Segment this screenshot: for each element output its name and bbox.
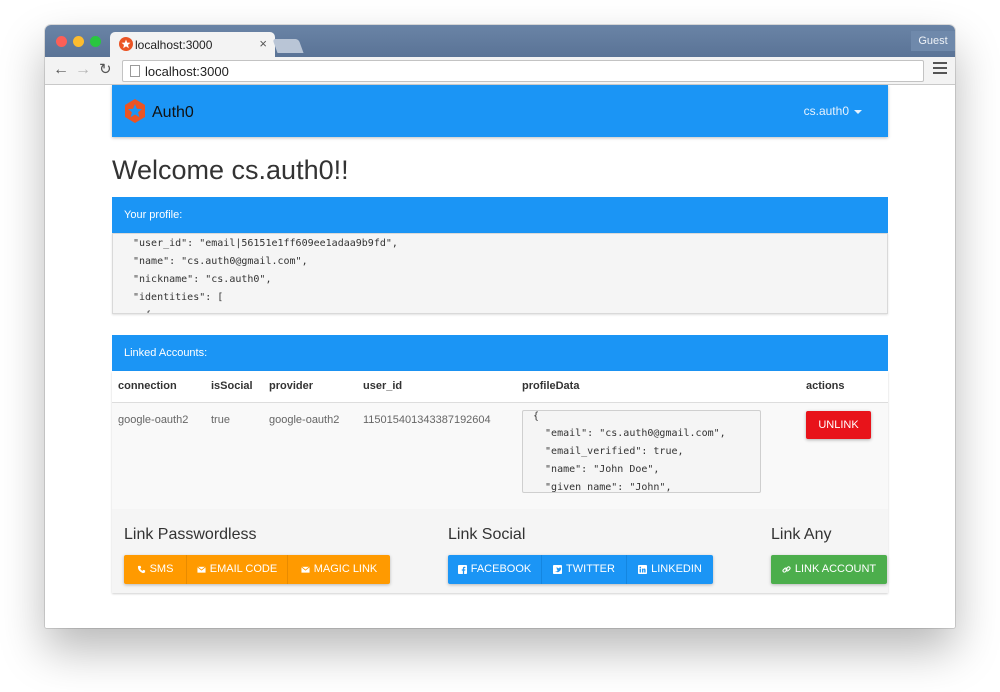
- profile-button[interactable]: Guest: [911, 31, 955, 51]
- reload-icon[interactable]: ↻: [99, 60, 112, 80]
- profile-json-box[interactable]: "user_id": "email|56151e1ff609ee1adaa9b9…: [112, 233, 888, 314]
- close-tab-icon[interactable]: ×: [259, 36, 267, 51]
- column-header: user_id: [363, 380, 403, 392]
- twitter-icon: [553, 565, 563, 574]
- social-button-group: FACEBOOK TWITTER LINKEDIN: [448, 555, 713, 584]
- user-dropdown-label: cs.auth0: [803, 104, 849, 118]
- link-account-button[interactable]: LINK ACCOUNT: [771, 555, 887, 584]
- cell-connection: google-oauth2: [118, 414, 189, 426]
- profile-data-line: "name": "John Doe",: [533, 464, 660, 475]
- profile-line: {: [133, 310, 151, 313]
- profile-panel-heading: Your profile:: [112, 197, 888, 233]
- link-account-label: LINK ACCOUNT: [794, 563, 877, 575]
- welcome-heading: Welcome cs.auth0!!: [112, 155, 349, 185]
- auth0-favicon-icon: [119, 37, 133, 51]
- page-icon: [130, 65, 140, 77]
- brand-name[interactable]: Auth0: [152, 104, 194, 122]
- column-header: actions: [806, 380, 845, 392]
- linkedin-icon: [638, 565, 648, 574]
- email-code-button[interactable]: EMAIL CODE: [186, 555, 287, 584]
- browser-window: localhost:3000 × Guest ← → ↻ localhost:3…: [45, 25, 955, 628]
- hamburger-menu-icon[interactable]: [933, 62, 947, 74]
- facebook-icon: [457, 565, 467, 574]
- profile-line: "user_id": "email|56151e1ff609ee1adaa9b9…: [133, 238, 398, 249]
- magic-link-button[interactable]: MAGIC LINK: [287, 555, 390, 584]
- facebook-button[interactable]: FACEBOOK: [448, 555, 541, 584]
- unlink-button[interactable]: UNLINK: [806, 411, 871, 439]
- url-text[interactable]: localhost:3000: [145, 64, 229, 79]
- link-social-title: Link Social: [448, 526, 526, 543]
- twitter-button[interactable]: TWITTER: [541, 555, 626, 584]
- link-icon: [782, 566, 791, 573]
- twitter-label: TWITTER: [566, 563, 615, 575]
- minimize-window-button[interactable]: [73, 36, 84, 47]
- sms-button[interactable]: SMS: [124, 555, 186, 584]
- linkedin-label: LINKEDIN: [651, 563, 702, 575]
- page-viewport: Auth0 cs.auth0 Welcome cs.auth0!! Your p…: [45, 85, 955, 628]
- new-tab-button[interactable]: [272, 39, 304, 53]
- profile-data-line: "given_name": "John",: [533, 482, 672, 493]
- forward-arrow-icon[interactable]: →: [75, 60, 91, 80]
- profile-data-box[interactable]: { "email": "cs.auth0@gmail.com", "email_…: [522, 410, 761, 493]
- profile-data-line: "email_verified": true,: [533, 446, 684, 457]
- facebook-label: FACEBOOK: [470, 563, 532, 575]
- envelope-icon: [300, 566, 310, 573]
- column-header: profileData: [522, 380, 580, 392]
- profile-line: "identities": [: [133, 292, 224, 303]
- linked-accounts-heading: Linked Accounts:: [112, 335, 888, 371]
- profile-data-line: "email": "cs.auth0@gmail.com",: [533, 428, 726, 439]
- magic-link-label: MAGIC LINK: [313, 563, 378, 575]
- address-bar[interactable]: localhost:3000: [122, 60, 924, 82]
- title-bar: localhost:3000 × Guest: [45, 25, 955, 57]
- app-navbar: Auth0 cs.auth0: [112, 85, 888, 137]
- sms-label: SMS: [149, 563, 174, 575]
- link-any-button-group: LINK ACCOUNT: [771, 555, 887, 584]
- maximize-window-button[interactable]: [90, 36, 101, 47]
- user-dropdown[interactable]: cs.auth0: [804, 104, 862, 118]
- cell-provider: google-oauth2: [269, 414, 340, 426]
- phone-icon: [137, 565, 145, 574]
- caret-down-icon: [854, 109, 862, 114]
- profile-line: "nickname": "cs.auth0",: [133, 274, 272, 285]
- auth0-logo-icon[interactable]: [124, 99, 146, 123]
- cell-is-social: true: [211, 414, 230, 426]
- column-header: isSocial: [211, 380, 253, 392]
- email-code-label: EMAIL CODE: [209, 563, 278, 575]
- profile-line: "name": "cs.auth0@gmail.com",: [133, 256, 308, 267]
- passwordless-button-group: SMS EMAIL CODE MAGIC LINK: [124, 555, 390, 584]
- tab-title: localhost:3000: [135, 38, 213, 52]
- browser-toolbar: ← → ↻ localhost:3000: [45, 57, 955, 85]
- link-passwordless-title: Link Passwordless: [124, 526, 257, 543]
- link-any-title: Link Any: [771, 526, 832, 543]
- column-header: connection: [118, 380, 177, 392]
- profile-data-line: {: [533, 411, 540, 422]
- envelope-icon: [196, 566, 206, 573]
- linkedin-button[interactable]: LINKEDIN: [626, 555, 713, 584]
- cell-user-id: 115015401343387192604: [363, 414, 491, 426]
- back-arrow-icon[interactable]: ←: [53, 60, 69, 80]
- linked-accounts-table: connection isSocial provider user_id pro…: [112, 371, 888, 593]
- close-window-button[interactable]: [56, 36, 67, 47]
- column-header: provider: [269, 380, 314, 392]
- browser-tab[interactable]: localhost:3000 ×: [110, 32, 275, 57]
